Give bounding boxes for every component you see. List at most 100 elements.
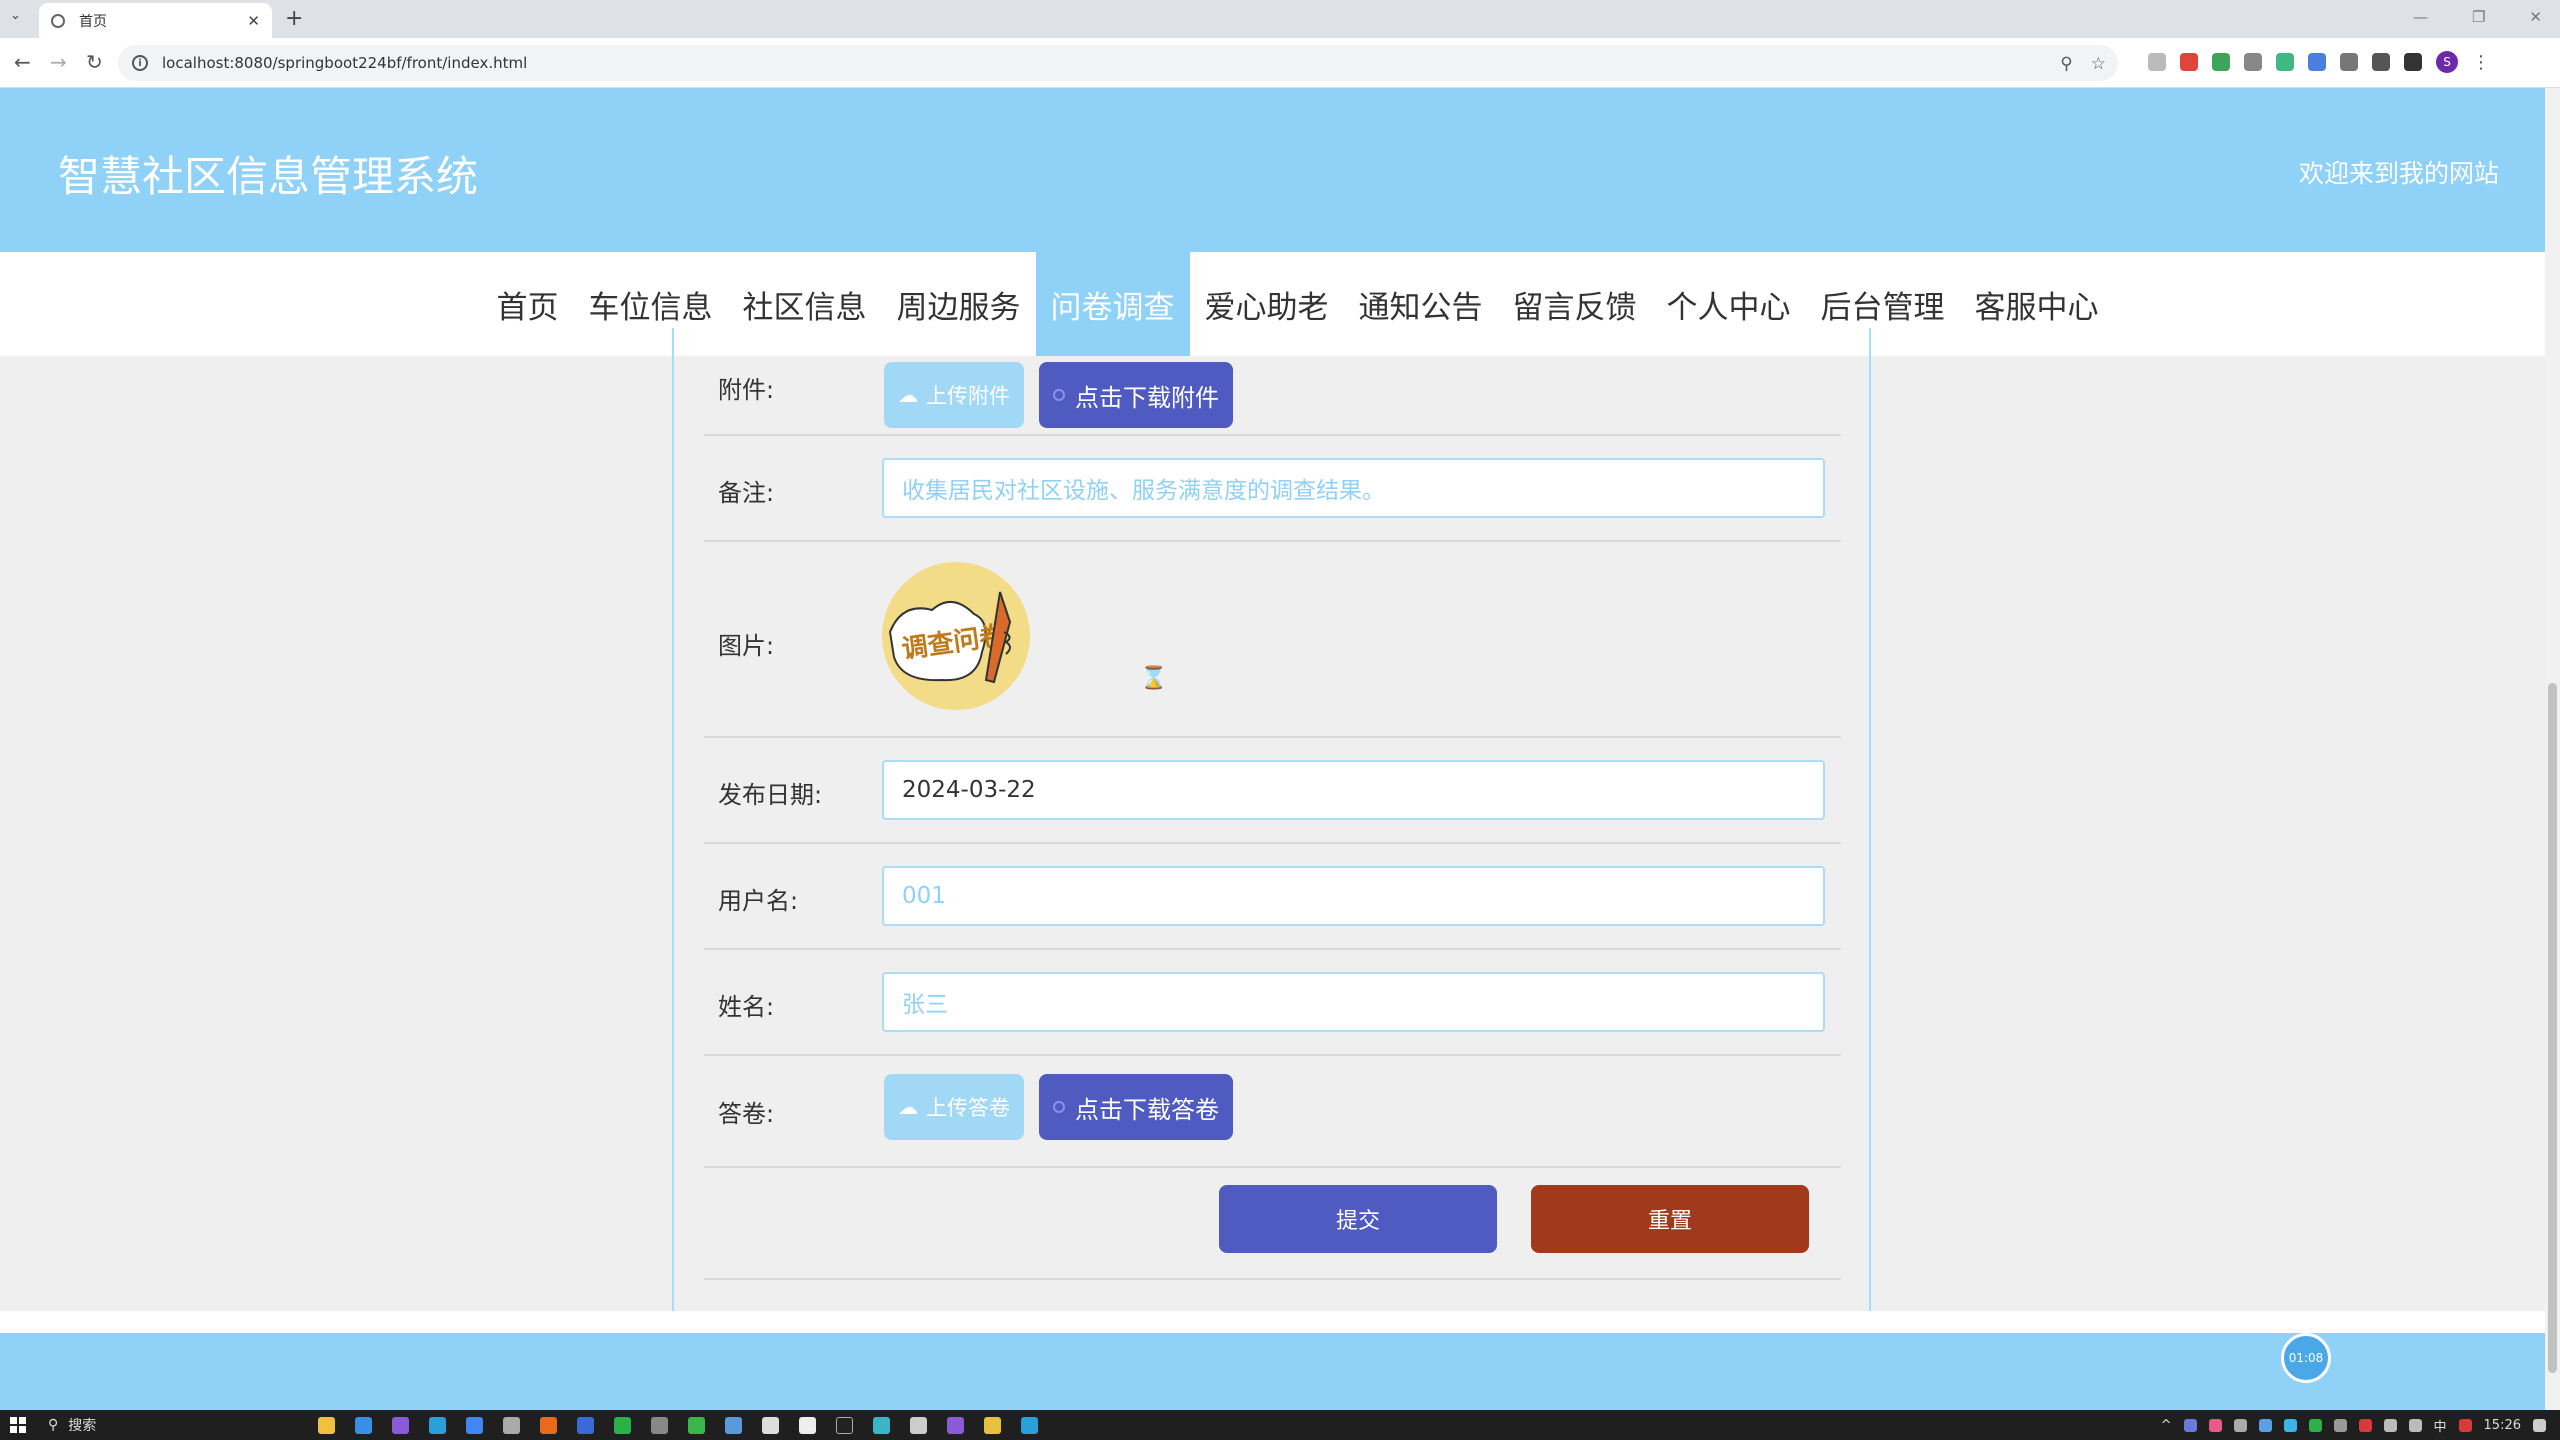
zoom-icon[interactable]: ⚲ bbox=[2060, 54, 2072, 74]
bookmark-star-icon[interactable]: ☆ bbox=[2091, 54, 2106, 74]
forward-icon[interactable]: → bbox=[50, 50, 67, 74]
download-icon bbox=[1053, 1101, 1065, 1113]
taskbar-search-label: 搜索 bbox=[68, 1418, 97, 1434]
attachment-label: 附件: bbox=[718, 376, 775, 404]
download-attachment-label: 点击下载附件 bbox=[1075, 383, 1219, 412]
notification-icon[interactable] bbox=[2533, 1419, 2546, 1432]
extensions-puzzle-icon[interactable] bbox=[2340, 53, 2358, 71]
cloud-upload-icon: ☁ bbox=[898, 1095, 918, 1119]
tray-wechat-icon[interactable] bbox=[2308, 1419, 2322, 1432]
app-icon[interactable] bbox=[1021, 1416, 1038, 1434]
wechat-icon[interactable] bbox=[614, 1416, 631, 1434]
publish-date-input[interactable]: 2024-03-22 bbox=[882, 760, 1825, 820]
page-viewport: 智慧社区信息管理系统 欢迎来到我的网站 首页 车位信息 社区信息 周边服务 问卷… bbox=[0, 88, 2545, 1410]
welcome-text: 欢迎来到我的网站 bbox=[2298, 159, 2499, 188]
network-icon[interactable] bbox=[2383, 1419, 2397, 1432]
copy-extension-icon[interactable] bbox=[2244, 53, 2262, 71]
remark-input[interactable]: 收集居民对社区设施、服务满意度的调查结果。 bbox=[882, 458, 1825, 518]
reload-icon[interactable]: ↻ bbox=[86, 50, 103, 74]
download-icon[interactable] bbox=[2372, 53, 2390, 71]
app-icon[interactable] bbox=[873, 1416, 890, 1434]
settings-icon[interactable] bbox=[503, 1416, 520, 1434]
download-icon bbox=[1053, 389, 1065, 401]
remark-label: 备注: bbox=[718, 479, 775, 507]
globe-icon bbox=[51, 13, 65, 28]
tab-title: 首页 bbox=[79, 13, 107, 30]
browser-tab[interactable]: 首页 ✕ bbox=[39, 3, 272, 38]
picture-label: 图片: bbox=[718, 632, 775, 660]
tray-icon[interactable] bbox=[2358, 1419, 2372, 1432]
close-window-icon[interactable]: ✕ bbox=[2529, 8, 2542, 26]
screenshot-extension-icon[interactable] bbox=[2148, 53, 2166, 71]
survey-image[interactable]: 调查问卷 bbox=[882, 562, 1030, 710]
tab-search-icon[interactable]: ⌄ bbox=[10, 8, 21, 23]
download-answer-button[interactable]: 点击下载答卷 bbox=[1039, 1074, 1233, 1140]
app-icon[interactable] bbox=[984, 1416, 1001, 1434]
nav-item-support[interactable]: 客服中心 bbox=[1960, 252, 2114, 356]
side-panel-icon[interactable] bbox=[2404, 53, 2422, 71]
close-tab-icon[interactable]: ✕ bbox=[247, 12, 260, 30]
name-label: 姓名: bbox=[718, 993, 775, 1021]
tray-icon[interactable] bbox=[2208, 1419, 2222, 1432]
vue-devtools-icon[interactable] bbox=[2276, 53, 2294, 71]
taskbar-search[interactable]: ⚲ 搜索 bbox=[48, 1415, 268, 1435]
app-icon[interactable] bbox=[577, 1416, 594, 1434]
name-row: 姓名: 张三 bbox=[704, 950, 1841, 1056]
volume-icon[interactable] bbox=[2408, 1419, 2422, 1432]
picture-row: 图片: 调查问卷 bbox=[704, 542, 1841, 738]
input-language[interactable]: 中 bbox=[2434, 1416, 2447, 1435]
remark-row: 备注: 收集居民对社区设施、服务满意度的调查结果。 bbox=[704, 436, 1841, 542]
file-explorer-icon[interactable] bbox=[318, 1416, 335, 1434]
back-icon[interactable]: ← bbox=[14, 50, 31, 74]
app-icon[interactable] bbox=[799, 1416, 816, 1434]
store-icon[interactable] bbox=[355, 1416, 372, 1434]
intellij-icon[interactable] bbox=[836, 1416, 853, 1434]
minimize-icon[interactable]: — bbox=[2413, 8, 2428, 26]
upload-attachment-label: 上传附件 bbox=[926, 384, 1010, 408]
nav-item-home[interactable]: 首页 bbox=[482, 252, 574, 356]
publish-date-row: 发布日期: 2024-03-22 bbox=[704, 738, 1841, 844]
tray-icon[interactable] bbox=[2283, 1419, 2297, 1432]
app-icon[interactable] bbox=[725, 1416, 742, 1434]
tray-icon[interactable] bbox=[2458, 1419, 2472, 1432]
attachment-row: 附件: ☁ 上传附件 点击下载附件 bbox=[704, 356, 1841, 436]
timer-badge[interactable]: 01:08 bbox=[2281, 1333, 2331, 1383]
app-icon[interactable] bbox=[392, 1416, 409, 1434]
address-bar[interactable]: i localhost:8080/springboot224bf/front/i… bbox=[118, 45, 2118, 81]
reset-button[interactable]: 重置 bbox=[1531, 1185, 1809, 1253]
download-attachment-button[interactable]: 点击下载附件 bbox=[1039, 362, 1233, 428]
app-icon[interactable] bbox=[910, 1416, 927, 1434]
shield-extension-icon[interactable] bbox=[2180, 53, 2198, 71]
tray-icon[interactable] bbox=[2258, 1419, 2272, 1432]
firefox-icon[interactable] bbox=[540, 1416, 557, 1434]
app-icon[interactable] bbox=[947, 1416, 964, 1434]
page-scrollbar[interactable] bbox=[2545, 88, 2560, 1410]
name-input[interactable]: 张三 bbox=[882, 972, 1825, 1032]
app-icon[interactable] bbox=[688, 1416, 705, 1434]
tray-icon[interactable] bbox=[2233, 1419, 2247, 1432]
profile-avatar[interactable]: S bbox=[2436, 51, 2458, 73]
tray-icon[interactable] bbox=[2333, 1419, 2347, 1432]
new-tab-icon[interactable]: + bbox=[285, 6, 303, 31]
username-input[interactable]: 001 bbox=[882, 866, 1825, 926]
restore-icon[interactable]: ❐ bbox=[2472, 8, 2485, 26]
scroll-thumb[interactable] bbox=[2548, 683, 2557, 1373]
chrome-icon[interactable] bbox=[466, 1416, 483, 1434]
app-icon[interactable] bbox=[429, 1416, 446, 1434]
app-icon[interactable] bbox=[651, 1416, 668, 1434]
windows-start-icon[interactable] bbox=[10, 1417, 26, 1433]
cursor-icon: ⌛ bbox=[1140, 666, 1168, 691]
green-extension-icon[interactable] bbox=[2212, 53, 2230, 71]
menu-icon[interactable]: ⋮ bbox=[2472, 52, 2490, 73]
download-answer-label: 点击下载答卷 bbox=[1075, 1095, 1219, 1124]
translate-extension-icon[interactable] bbox=[2308, 53, 2326, 71]
url-text[interactable]: localhost:8080/springboot224bf/front/ind… bbox=[162, 54, 527, 72]
submit-button[interactable]: 提交 bbox=[1219, 1185, 1497, 1253]
tray-icon[interactable] bbox=[2183, 1419, 2197, 1432]
chat-icon[interactable] bbox=[762, 1416, 779, 1434]
upload-attachment-button[interactable]: ☁ 上传附件 bbox=[884, 362, 1024, 428]
site-info-icon[interactable]: i bbox=[132, 55, 148, 71]
clock[interactable]: 15:26 bbox=[2484, 1418, 2521, 1433]
upload-answer-button[interactable]: ☁ 上传答卷 bbox=[884, 1074, 1024, 1140]
tray-chevron-icon[interactable]: ^ bbox=[2161, 1418, 2172, 1433]
